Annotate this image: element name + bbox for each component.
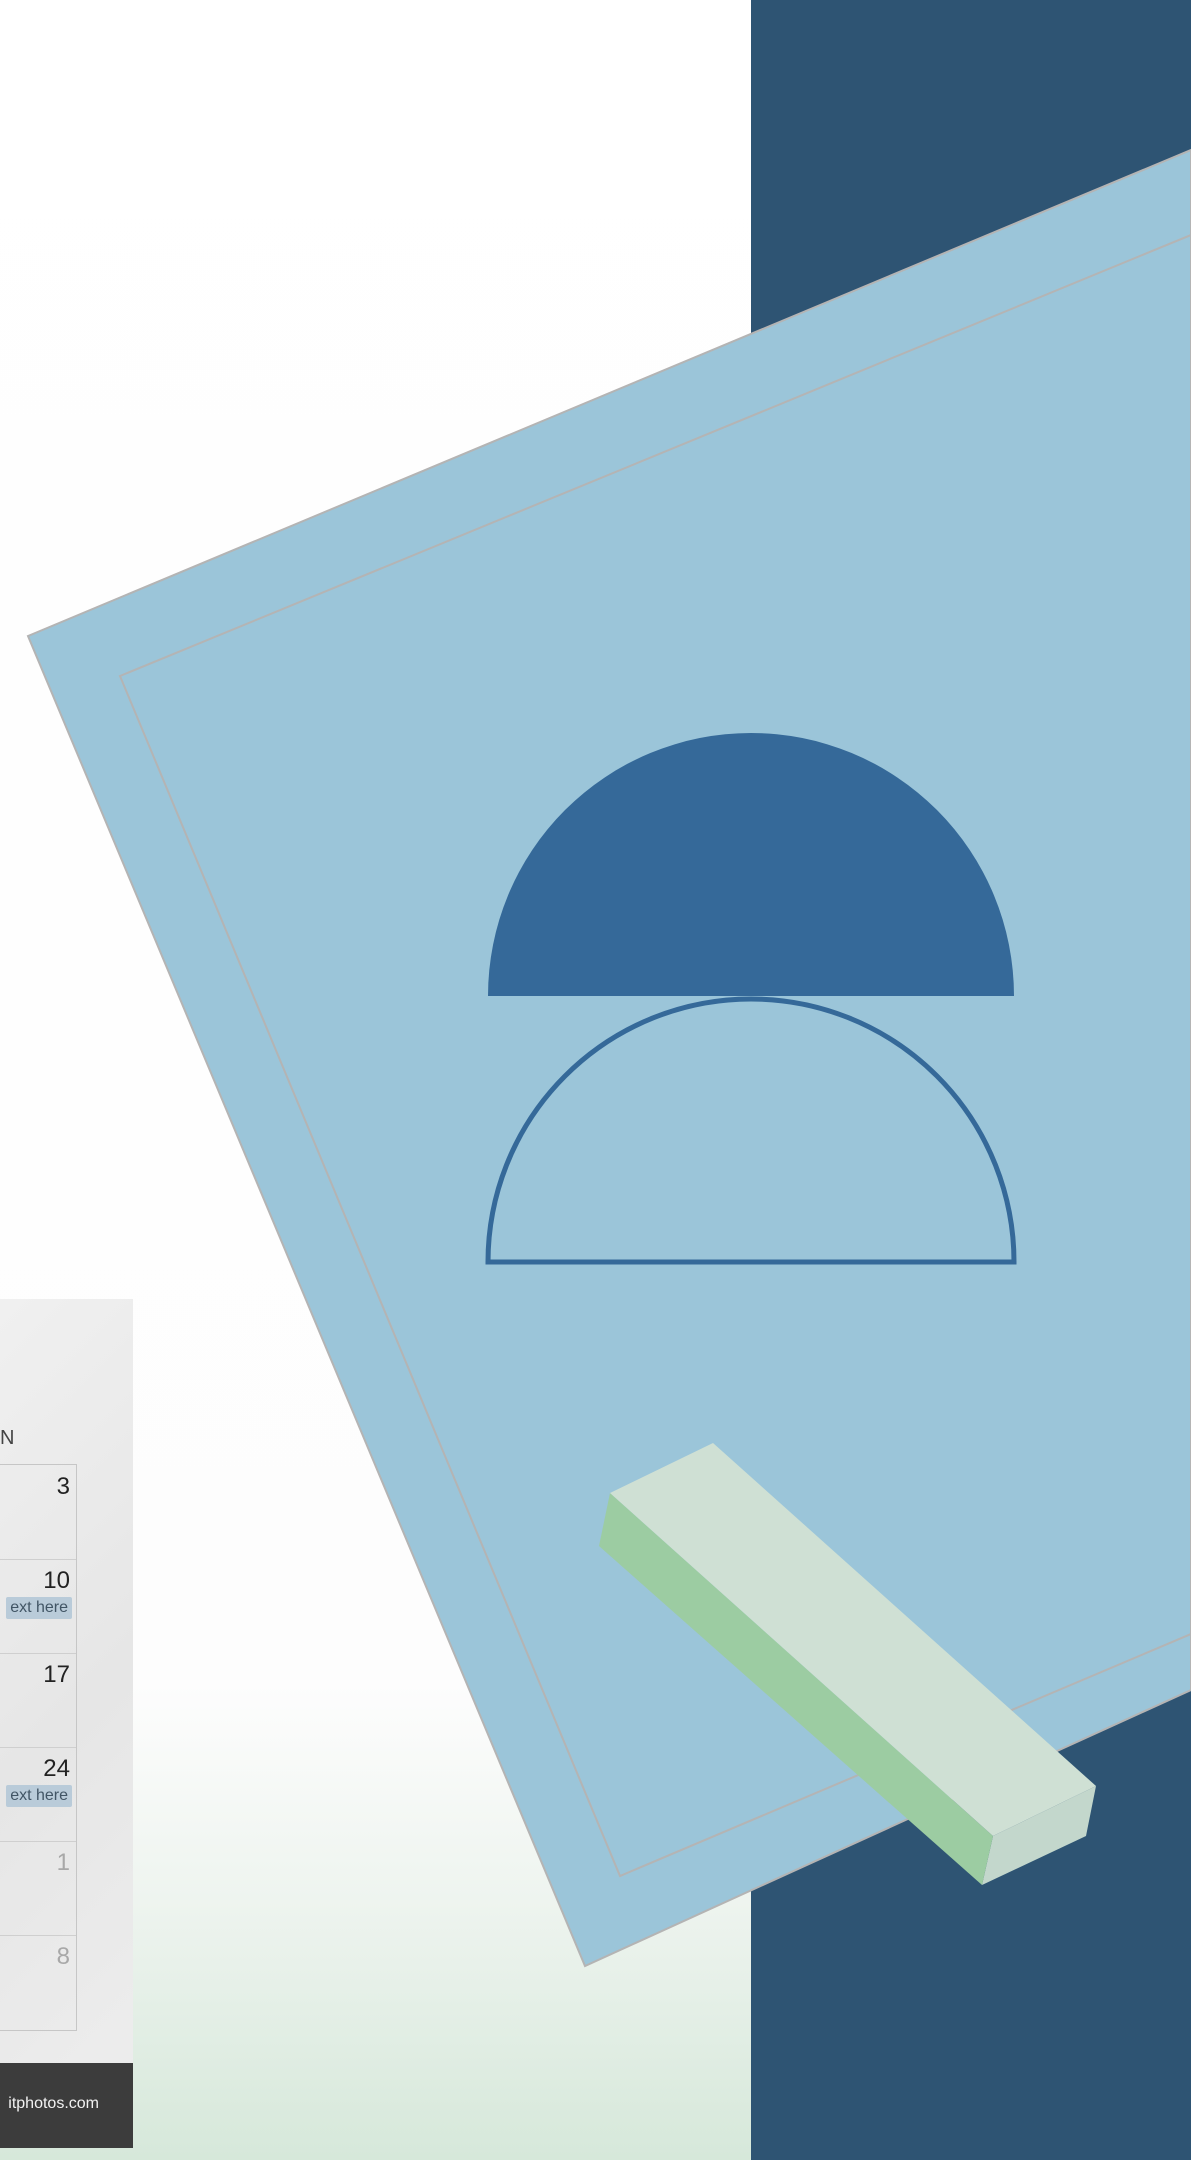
weekday-header: N [0,1427,15,1449]
calendar-photo: N 3 10 ext here 17 24 ext here 1 8 itpho… [0,1299,133,2148]
day-number: 10 [43,1567,70,1594]
day-number: 1 [56,1849,70,1876]
calendar-cell: 1 [0,1841,76,1936]
calendar-cell: 17 [0,1653,76,1748]
event-tag: ext here [6,1597,72,1619]
event-tag: ext here [6,1785,72,1807]
calendar-cell: 8 [0,1935,76,2029]
tilted-square-frame [26,148,1191,1968]
calendar-cell: 24 ext here [0,1747,76,1842]
calendar-cell: 10 ext here [0,1559,76,1654]
day-number: 17 [43,1661,70,1688]
calendar-grid: 3 10 ext here 17 24 ext here 1 8 [0,1464,77,2031]
day-number: 3 [56,1473,70,1500]
calendar-cell: 3 [0,1465,76,1560]
day-number: 8 [56,1943,70,1970]
day-number: 24 [43,1755,70,1782]
geometric-artwork [26,0,1191,2160]
watermark-text: itphotos.com [8,2095,99,2112]
watermark-footer: itphotos.com [0,2063,133,2148]
